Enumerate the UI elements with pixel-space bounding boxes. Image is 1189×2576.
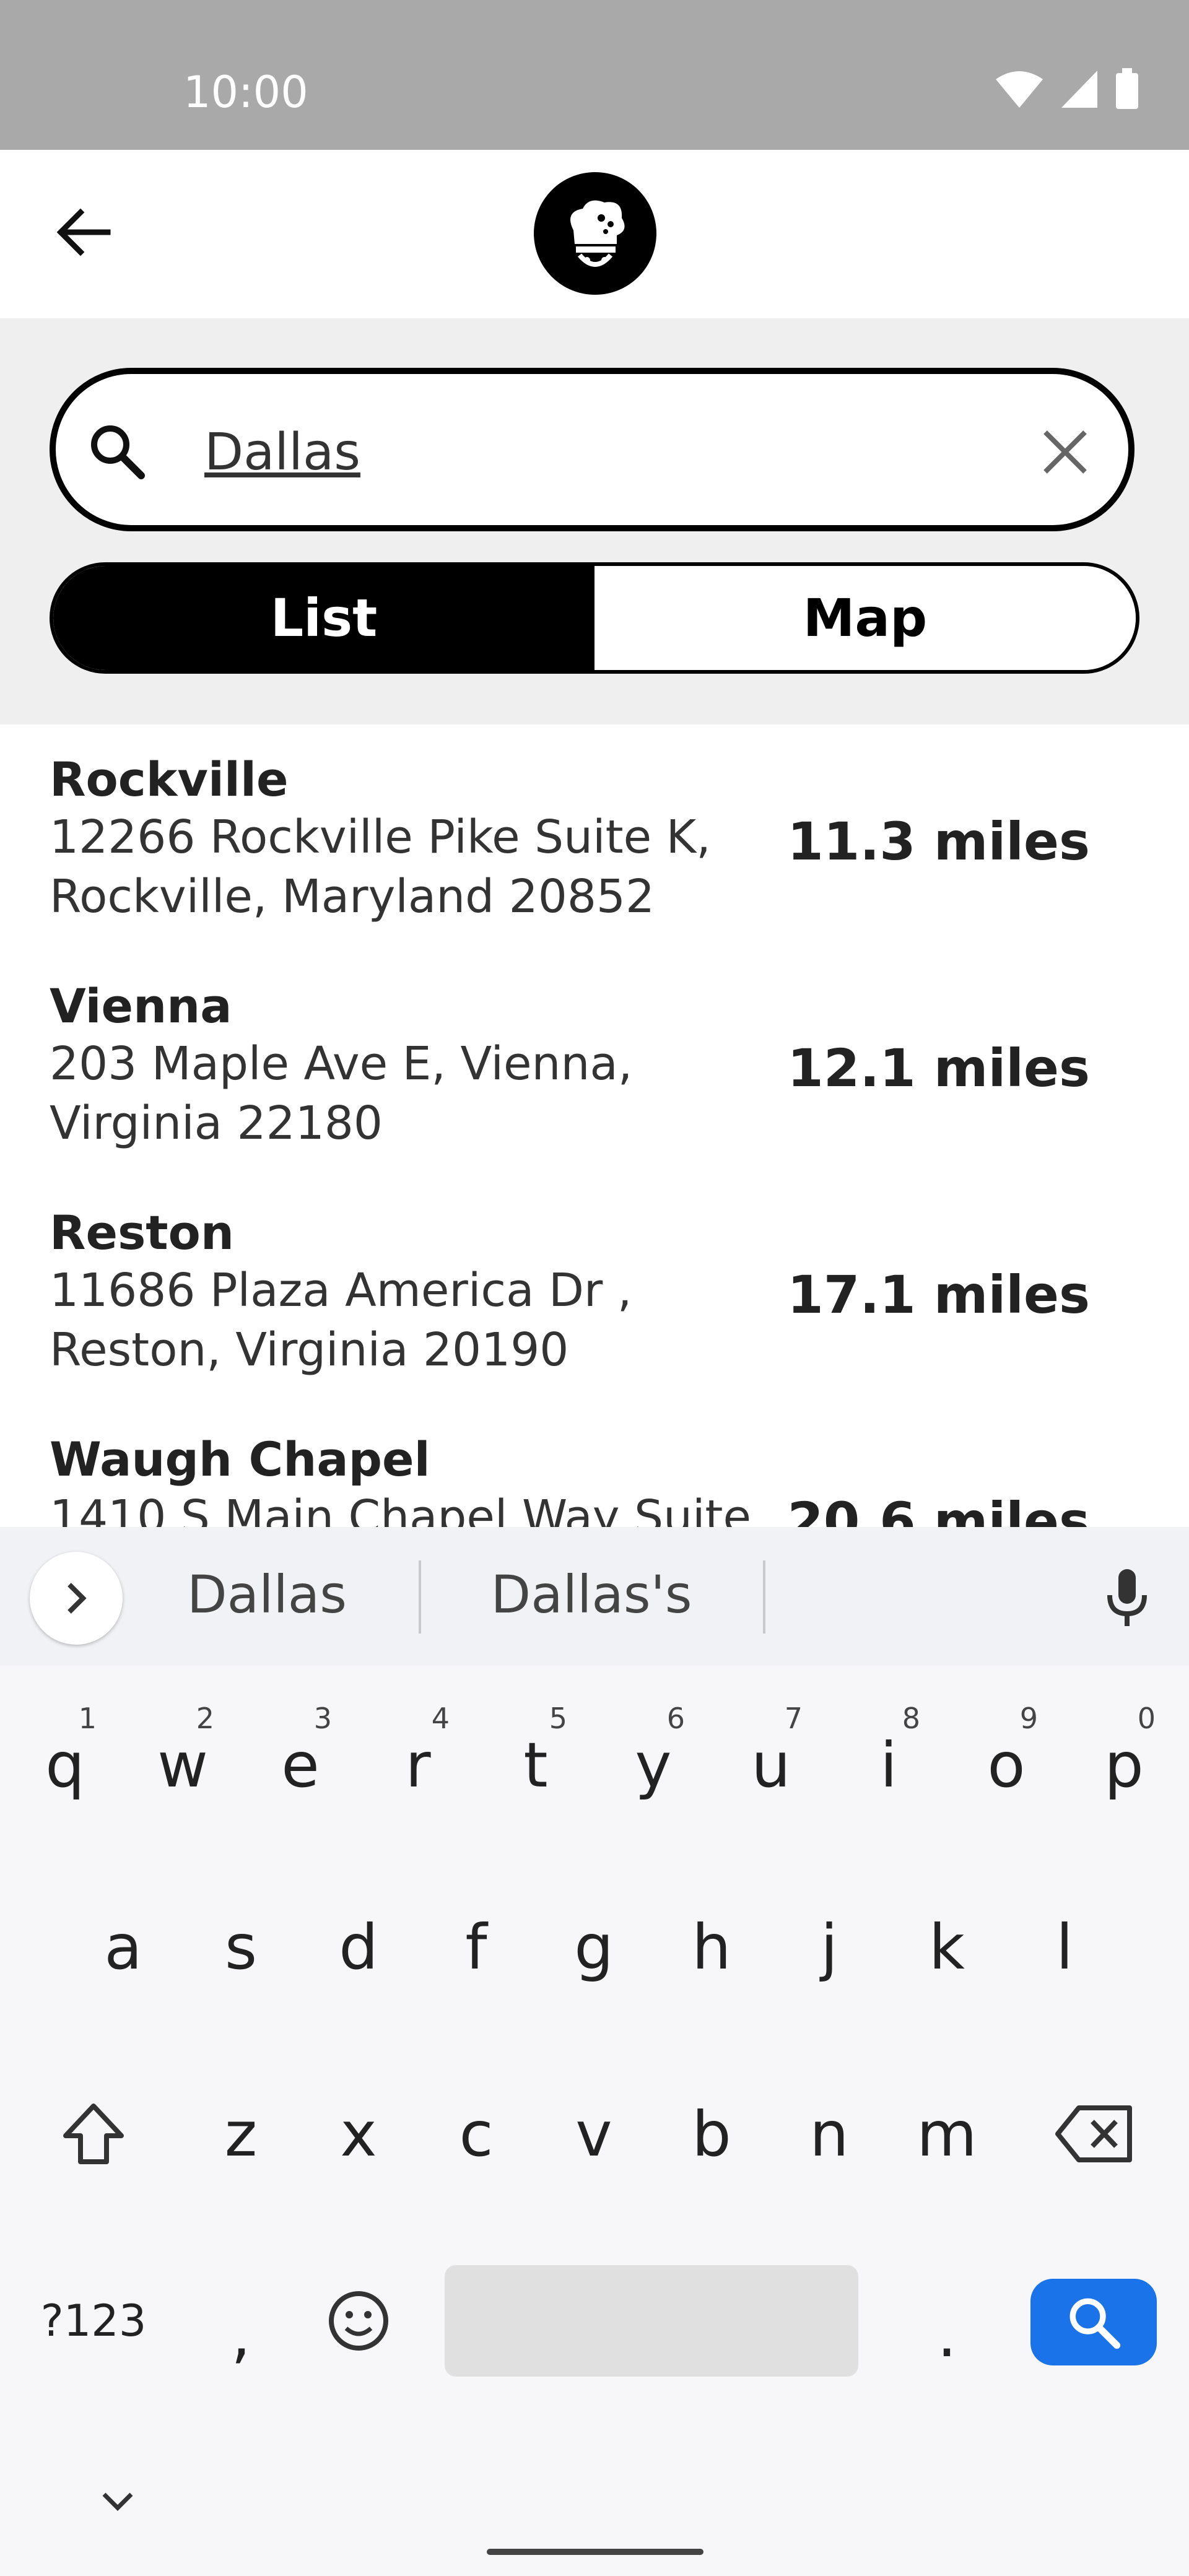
location-distance: 20.6 miles — [787, 1491, 1090, 1527]
location-name: Rockville — [50, 752, 289, 807]
key-p[interactable]: p0 — [1065, 1690, 1183, 1839]
location-address: 12266 Rockville Pike Suite K, Rockville, … — [50, 811, 711, 923]
comma-key[interactable]: , — [182, 2260, 300, 2409]
hide-keyboard-button[interactable] — [87, 2477, 149, 2526]
location-distance: 12.1 miles — [787, 1038, 1090, 1099]
key-q[interactable]: q1 — [6, 1690, 124, 1839]
backspace-key[interactable] — [1035, 2060, 1153, 2208]
suggestion-divider — [763, 1560, 765, 1634]
location-distance: 11.3 miles — [787, 811, 1090, 872]
clear-icon — [1043, 430, 1087, 474]
key-s[interactable]: s — [182, 1873, 300, 2021]
list-item[interactable]: Rockville 12266 Rockville Pike Suite K, R… — [50, 724, 1139, 951]
home-indicator[interactable] — [487, 2549, 703, 2555]
key-i[interactable]: i8 — [830, 1690, 947, 1839]
key-y[interactable]: y6 — [594, 1690, 712, 1839]
key-x[interactable]: x — [300, 2060, 417, 2208]
key-d[interactable]: d — [300, 1873, 417, 2021]
list-item[interactable]: Reston 11686 Plaza America Dr , Reston, V… — [50, 1178, 1139, 1404]
tab-list[interactable]: List — [53, 566, 594, 670]
chevron-right-icon — [68, 1583, 87, 1614]
keyboard-search-key[interactable] — [1030, 2279, 1157, 2365]
emoji-icon — [329, 2291, 388, 2351]
key-k[interactable]: k — [888, 1873, 1006, 2021]
clear-search-button[interactable] — [1034, 421, 1096, 483]
key-o[interactable]: o9 — [947, 1690, 1065, 1839]
key-h[interactable]: h — [653, 1873, 770, 2021]
search-icon — [91, 425, 145, 479]
location-address: 203 Maple Ave E, Vienna, Virginia 22180 — [50, 1037, 633, 1150]
results-list: Rockville 12266 Rockville Pike Suite K, R… — [0, 724, 1189, 1527]
tab-map[interactable]: Map — [594, 566, 1136, 670]
back-button[interactable] — [50, 198, 118, 266]
list-item[interactable]: Waugh Chapel 1410 S Main Chapel Way Suit… — [50, 1404, 1139, 1527]
key-c[interactable]: c — [417, 2060, 535, 2208]
expand-toolbar-button[interactable] — [30, 1552, 123, 1645]
location-name: Reston — [50, 1205, 234, 1260]
key-z[interactable]: z — [182, 2060, 300, 2208]
chef-logo-icon — [570, 200, 625, 267]
shift-icon — [63, 2104, 124, 2164]
location-distance: 17.1 miles — [787, 1264, 1090, 1325]
key-g[interactable]: g — [535, 1873, 653, 2021]
mic-icon — [1107, 1569, 1147, 1626]
space-key[interactable] — [445, 2265, 858, 2377]
chevron-down-icon — [102, 2492, 133, 2511]
location-address: 1410 S Main Chapel Way Suite — [50, 1490, 752, 1527]
key-a[interactable]: a — [64, 1873, 182, 2021]
location-address: 11686 Plaza America Dr , Reston, Virginia… — [50, 1264, 632, 1377]
status-time: 10:00 — [183, 67, 308, 118]
symbols-key[interactable]: ?123 — [35, 2247, 152, 2395]
list-item[interactable]: Vienna 203 Maple Ave E, Vienna, Virginia … — [50, 951, 1139, 1178]
search-input[interactable] — [204, 415, 985, 489]
key-n[interactable]: n — [770, 2060, 888, 2208]
suggestion-divider — [419, 1560, 421, 1634]
keyboard — [0, 1527, 1189, 2576]
brand-logo — [534, 172, 656, 295]
wifi-icon — [996, 71, 1043, 108]
key-f[interactable]: f — [417, 1873, 535, 2021]
key-w[interactable]: w2 — [124, 1690, 242, 1839]
key-e[interactable]: e3 — [242, 1690, 359, 1839]
key-v[interactable]: v — [535, 2060, 653, 2208]
view-toggle: List Map — [50, 562, 1139, 674]
period-key[interactable]: . — [888, 2260, 1006, 2409]
battery-icon — [1116, 68, 1138, 109]
signal-icon — [1061, 71, 1097, 108]
status-icons — [995, 68, 1139, 110]
key-j[interactable]: j — [770, 1873, 888, 2021]
location-name: Waugh Chapel — [50, 1432, 430, 1487]
keyboard-search-icon — [1069, 2298, 1121, 2349]
backspace-icon — [1055, 2105, 1132, 2162]
back-arrow-icon — [56, 208, 111, 256]
key-r[interactable]: r4 — [359, 1690, 477, 1839]
emoji-key[interactable] — [300, 2247, 417, 2395]
key-b[interactable]: b — [653, 2060, 770, 2208]
suggestion-item[interactable]: Dallas — [159, 1560, 375, 1629]
key-l[interactable]: l — [1006, 1873, 1123, 2021]
location-name: Vienna — [50, 978, 232, 1033]
key-m[interactable]: m — [888, 2060, 1006, 2208]
key-u[interactable]: u7 — [712, 1690, 830, 1839]
key-t[interactable]: t5 — [477, 1690, 594, 1839]
shift-key[interactable] — [35, 2060, 152, 2208]
voice-input-button[interactable] — [1090, 1560, 1164, 1635]
suggestion-item[interactable]: Dallas's — [452, 1560, 731, 1629]
